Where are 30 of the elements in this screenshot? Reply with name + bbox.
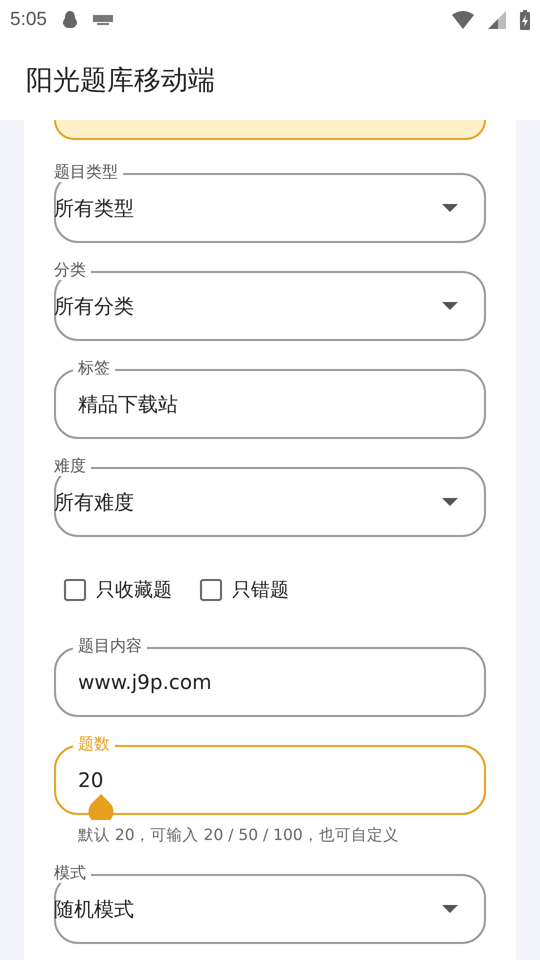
dropdown-arrow-icon <box>442 302 458 310</box>
highlighted-field[interactable] <box>54 120 486 140</box>
keyboard-icon <box>92 15 113 25</box>
field-value: 精品下载站 <box>78 391 178 417</box>
field-label: 题数 <box>73 734 115 754</box>
field-value: 20 <box>78 767 104 793</box>
signal-icon <box>488 11 506 29</box>
wifi-icon <box>452 11 474 29</box>
field-value: www.j9p.com <box>78 669 212 695</box>
checkbox[interactable]: 只错题 <box>200 575 289 605</box>
field-label: 难度 <box>54 456 91 476</box>
field-value: 所有难度 <box>54 489 134 515</box>
battery-charging-icon <box>520 10 530 30</box>
penguin-icon <box>60 10 79 30</box>
field-value: 所有分类 <box>54 293 134 319</box>
dropdown-arrow-icon <box>442 204 458 212</box>
field-label: 题目类型 <box>54 162 123 182</box>
cursor-handle-icon[interactable] <box>88 794 114 820</box>
field-value: 随机模式 <box>54 896 134 922</box>
field-label: 标签 <box>73 358 115 378</box>
field-label: 题目内容 <box>73 636 147 656</box>
field-label: 模式 <box>54 863 91 883</box>
helper-text: 默认 20，可输入 20 / 50 / 100，也可自定义 <box>78 825 400 845</box>
field-label: 分类 <box>54 260 91 280</box>
status-time: 5:05 <box>10 9 47 31</box>
app-title: 阳光题库移动端 <box>26 64 215 98</box>
dropdown-arrow-icon <box>442 498 458 506</box>
dropdown-arrow-icon <box>442 905 458 913</box>
field-value: 所有类型 <box>54 195 134 221</box>
checkbox[interactable]: 只收藏题 <box>64 575 172 605</box>
